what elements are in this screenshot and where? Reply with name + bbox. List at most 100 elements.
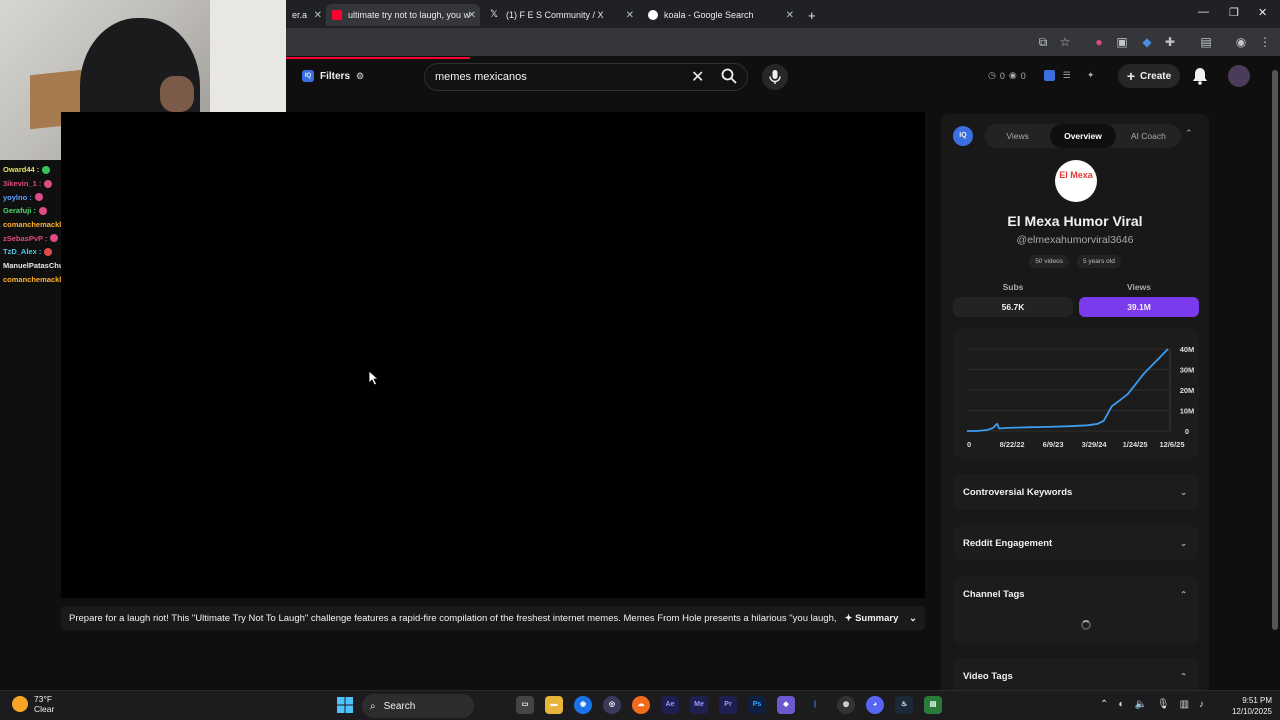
reddit-engagement-accordion[interactable]: Reddit Engagement ⌄ bbox=[953, 525, 1199, 561]
tab-ai-coach[interactable]: AI Coach bbox=[1116, 124, 1181, 148]
iq-badge: IQ bbox=[302, 70, 314, 82]
media-encoder-icon[interactable]: Me bbox=[690, 696, 708, 714]
browser-tab[interactable]: 𝕏 (1) F E S Community / X ✕ bbox=[484, 4, 638, 26]
app-icon[interactable]: ☁ bbox=[632, 696, 650, 714]
browser-tab[interactable]: koala - Google Search ✕ bbox=[642, 4, 798, 26]
taskbar-search[interactable]: ⌕ Search bbox=[362, 694, 474, 718]
panel-tabs: Views Overview AI Coach bbox=[985, 124, 1181, 148]
tab-title: ultimate try not to laugh, you w bbox=[348, 10, 471, 20]
iq-icon[interactable] bbox=[1043, 70, 1055, 81]
sparkle-icon: ✦ bbox=[844, 612, 856, 624]
microphone-icon bbox=[769, 70, 781, 84]
system-clock[interactable]: 9:51 PM 12/10/2025 bbox=[1226, 695, 1272, 717]
chevron-up-icon: ⌃ bbox=[1180, 671, 1187, 681]
channel-handle: @elmexahumorviral3646 bbox=[1016, 234, 1134, 246]
clear-search-icon[interactable]: ✕ bbox=[691, 67, 704, 87]
microphone-icon[interactable]: 🎙 bbox=[1157, 699, 1170, 710]
channel-insights-panel: IQ Views Overview AI Coach ⌃ El Mexa El … bbox=[941, 114, 1209, 694]
app-icon[interactable]: ◆ bbox=[777, 696, 795, 714]
windows-taskbar: 73°F Clear ⌕ Search ▭ ▬ ◉ ◎ ☁ Ae Me Pr P… bbox=[0, 690, 1280, 720]
bookmark-star-icon[interactable]: ☆ bbox=[1058, 35, 1072, 49]
new-tab-button[interactable]: + bbox=[802, 4, 820, 26]
close-icon[interactable]: ✕ bbox=[626, 10, 634, 21]
close-icon[interactable]: ✕ bbox=[314, 10, 322, 21]
close-icon[interactable]: ✕ bbox=[468, 10, 476, 21]
browser-tab[interactable]: er.a ✕ bbox=[286, 4, 326, 26]
close-window-icon[interactable]: ✕ bbox=[1258, 6, 1267, 19]
weather-widget[interactable]: 73°F Clear bbox=[12, 694, 54, 714]
extension-icon[interactable]: ▣ bbox=[1115, 35, 1129, 49]
search-icon[interactable] bbox=[721, 68, 737, 84]
accordion-title: Reddit Engagement bbox=[963, 537, 1053, 549]
create-button[interactable]: + Create bbox=[1118, 64, 1180, 88]
video-tags-accordion[interactable]: Video Tags ⌃ bbox=[953, 658, 1199, 694]
extensions-puzzle-icon[interactable]: ✚ bbox=[1163, 35, 1177, 49]
minimize-icon[interactable]: — bbox=[1198, 6, 1209, 18]
tab-views[interactable]: Views bbox=[985, 124, 1050, 148]
views-chart: 0 10M 20M 30M 40M 0 8/22/22 6/9/23 3/29/24 1/24/2… bbox=[953, 329, 1199, 459]
menu-kebab-icon[interactable]: ⋮ bbox=[1258, 35, 1272, 49]
extension-icon[interactable]: ● bbox=[1092, 35, 1106, 49]
subs-toggle[interactable]: 56.7K bbox=[953, 297, 1073, 317]
chevron-up-icon[interactable]: ⌃ bbox=[1100, 699, 1108, 710]
x-tick-label: 12/6/25 bbox=[1159, 440, 1184, 449]
search-icon: ⌕ bbox=[370, 700, 376, 712]
accordion-title: Controversial Keywords bbox=[963, 486, 1073, 498]
premiere-icon[interactable]: Pr bbox=[719, 696, 737, 714]
channel-tags-accordion[interactable]: Channel Tags ⌃ bbox=[953, 576, 1199, 612]
streamer-face bbox=[160, 76, 194, 112]
side-panel-icon[interactable]: ▤ bbox=[1199, 35, 1213, 49]
clock-icon: ◷ bbox=[988, 70, 996, 80]
video-player[interactable] bbox=[61, 112, 925, 598]
volume-icon[interactable]: 🔈 bbox=[1134, 699, 1146, 710]
x-logo-icon: 𝕏 bbox=[490, 9, 499, 20]
list-icon[interactable]: ☰ bbox=[1063, 70, 1071, 81]
app-icon[interactable]: ▤ bbox=[924, 696, 942, 714]
task-view-icon[interactable]: ▭ bbox=[516, 696, 534, 714]
search-input[interactable] bbox=[435, 68, 685, 86]
x-tick-label: 8/22/22 bbox=[1000, 440, 1025, 449]
browser-tab-active[interactable]: ultimate try not to laugh, you w ✕ bbox=[326, 4, 480, 26]
tab-overview[interactable]: Overview bbox=[1050, 124, 1116, 148]
app-icon[interactable]: | bbox=[806, 696, 824, 714]
windows-start-icon[interactable] bbox=[337, 697, 353, 713]
chevron-down-icon: ⌄ bbox=[1180, 487, 1187, 497]
cast-icon[interactable]: ⧉ bbox=[1036, 35, 1050, 49]
filters-button[interactable]: IQ Filters ⚙ bbox=[302, 66, 364, 86]
page-scrollbar[interactable] bbox=[1270, 60, 1280, 690]
x-tick-label: 6/9/23 bbox=[1043, 440, 1064, 449]
after-effects-icon[interactable]: Ae bbox=[661, 696, 679, 714]
file-explorer-icon[interactable]: ▬ bbox=[545, 696, 563, 714]
chat-username: TzD_Alex : bbox=[3, 247, 42, 257]
extension-icon[interactable]: ✦ bbox=[1087, 70, 1095, 81]
counter-value: 0 bbox=[999, 70, 1005, 81]
video-description[interactable]: Prepare for a laugh riot! This "Ultimate… bbox=[61, 606, 925, 630]
account-avatar[interactable] bbox=[1228, 65, 1250, 87]
summary-label: Summary bbox=[855, 612, 899, 624]
accordion-title: Video Tags bbox=[963, 670, 1013, 682]
voice-search-button[interactable] bbox=[762, 64, 788, 90]
profile-icon[interactable]: ◉ bbox=[1234, 35, 1248, 49]
channel-logo: El Mexa bbox=[1055, 160, 1097, 202]
chevron-up-icon[interactable]: ⌃ bbox=[1185, 128, 1193, 139]
notifications-bell-icon[interactable] bbox=[1192, 67, 1208, 85]
chrome-icon[interactable]: ◉ bbox=[574, 696, 592, 714]
app-icon[interactable]: ◍ bbox=[837, 696, 855, 714]
volume-icon[interactable]: ♪ bbox=[1199, 699, 1204, 710]
restore-icon[interactable]: ❐ bbox=[1229, 6, 1239, 19]
app-icon[interactable]: ◎ bbox=[603, 696, 621, 714]
summary-button[interactable]: ✦ Summary ⌄ bbox=[836, 613, 925, 624]
close-icon[interactable]: ✕ bbox=[786, 10, 794, 21]
photoshop-icon[interactable]: Ps bbox=[748, 696, 766, 714]
tray-app-icon[interactable]: ◐ bbox=[1118, 699, 1124, 710]
steam-icon[interactable]: ♨ bbox=[895, 696, 913, 714]
scrollbar-thumb[interactable] bbox=[1272, 70, 1278, 630]
chat-username: Gerafuji : bbox=[3, 206, 36, 216]
network-icon[interactable]: ▥ bbox=[1180, 699, 1189, 710]
views-toggle[interactable]: 39.1M bbox=[1079, 297, 1199, 317]
extension-icon[interactable]: ◆ bbox=[1140, 35, 1154, 49]
iq-badge: IQ bbox=[953, 126, 973, 146]
discord-icon[interactable]: ◕ bbox=[866, 696, 884, 714]
channel-name[interactable]: El Mexa Humor Viral bbox=[941, 213, 1209, 229]
controversial-keywords-accordion[interactable]: Controversial Keywords ⌄ bbox=[953, 474, 1199, 510]
